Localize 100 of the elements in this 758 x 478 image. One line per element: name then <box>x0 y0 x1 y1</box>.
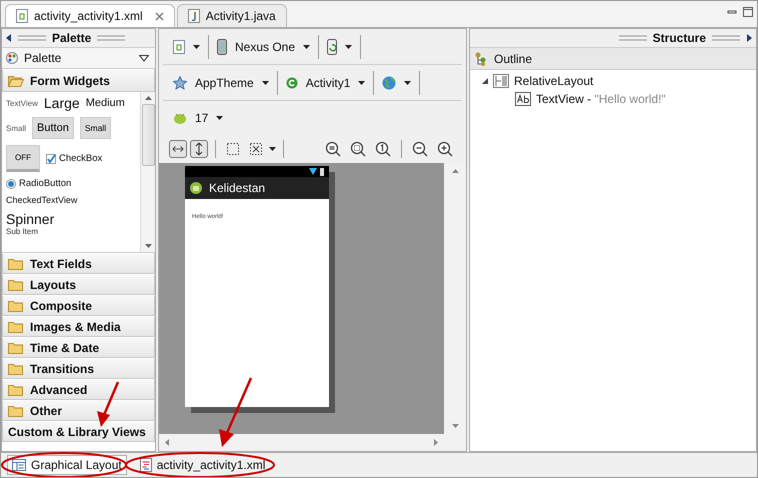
palette-category[interactable]: Time & Date <box>2 337 155 358</box>
folder-icon <box>8 384 24 396</box>
android-icon <box>173 111 187 125</box>
palette-icon <box>6 52 18 64</box>
scroll-up-icon[interactable] <box>452 169 458 173</box>
panel-title: Palette <box>52 31 92 45</box>
globe-icon <box>382 76 396 90</box>
android-icon <box>189 181 203 195</box>
layout-file-icon <box>16 9 28 23</box>
fit-width-button[interactable] <box>169 140 187 158</box>
scroll-right-icon[interactable] <box>434 439 438 446</box>
dashed-square-icon <box>226 142 240 156</box>
editor-mode-tab[interactable]: activity_activity1.xml <box>134 455 270 475</box>
java-file-icon <box>188 9 200 23</box>
palette-category[interactable]: Form Widgets <box>2 69 155 92</box>
text-view-icon <box>515 92 531 106</box>
textview-widget[interactable]: TextView <box>6 98 38 108</box>
checked-text-view-widget[interactable]: CheckedTextView <box>6 195 78 205</box>
dropdown-arrow-icon[interactable] <box>269 147 276 151</box>
collapse-right-icon[interactable] <box>746 34 752 42</box>
grip-icon <box>18 35 46 41</box>
collapse-left-icon[interactable] <box>6 34 12 42</box>
open-folder-icon <box>8 74 24 86</box>
scroll-left-icon[interactable] <box>165 439 169 446</box>
folder-icon <box>8 300 24 312</box>
caret-icon <box>262 80 269 84</box>
class-icon <box>286 76 298 88</box>
palette-category[interactable]: Text Fields <box>2 253 155 274</box>
fit-height-button[interactable] <box>190 140 208 158</box>
folder-icon <box>8 362 24 374</box>
palette-category[interactable]: Custom & Library Views <box>2 421 155 442</box>
palette-category[interactable]: Transitions <box>2 358 155 379</box>
expander-icon[interactable] <box>482 78 488 84</box>
zoom-out-icon <box>412 141 428 157</box>
star-icon <box>173 76 187 90</box>
dashed-square-cross-icon <box>249 142 263 156</box>
palette-dropdown[interactable]: Palette <box>2 48 155 69</box>
zoom-in-icon <box>437 141 453 157</box>
status-icons <box>309 168 325 176</box>
caret-icon <box>358 80 366 84</box>
folder-icon <box>8 342 24 354</box>
tree-item[interactable]: TextView - "Hello world!" <box>482 90 756 108</box>
spinner-widget[interactable]: Spinner Sub Item <box>6 211 136 236</box>
palette-category[interactable]: Layouts <box>2 274 155 295</box>
annotation-arrow <box>97 382 120 427</box>
layout-file-icon <box>173 40 185 54</box>
scroll-down-icon[interactable] <box>452 424 458 428</box>
folder-icon <box>8 258 24 270</box>
radio-button-widget[interactable]: RadioButton <box>6 178 72 189</box>
activity-dropdown[interactable]: Activity1 <box>282 72 370 94</box>
palette-category[interactable]: Other <box>2 400 155 421</box>
annotation-arrow <box>219 378 252 447</box>
api-level-dropdown[interactable]: 17 <box>169 107 228 129</box>
grip-icon <box>618 35 647 41</box>
device-dropdown[interactable]: Nexus One <box>213 34 314 58</box>
source-file-icon <box>140 458 152 472</box>
medium-text-widget[interactable]: Medium <box>86 97 125 109</box>
caret-icon <box>303 44 310 48</box>
editor-tab[interactable]: activity_activity1.xml <box>5 4 175 27</box>
editor-mode-tab[interactable]: Graphical Layout <box>7 455 127 475</box>
palette-category[interactable]: Composite <box>2 295 155 316</box>
grip-icon <box>97 35 126 41</box>
scrollbar[interactable] <box>140 92 155 252</box>
button-widget[interactable]: Button <box>32 117 74 139</box>
caret-icon <box>216 116 224 120</box>
scroll-down-icon[interactable] <box>144 244 152 248</box>
scroll-up-icon[interactable] <box>144 96 152 100</box>
horizontal-arrows-icon <box>172 144 184 154</box>
caret-icon <box>345 44 352 48</box>
large-text-widget[interactable]: Large <box>44 95 80 111</box>
editor-tab[interactable]: Activity1.java <box>176 4 287 27</box>
app-title: Kelidestan <box>209 181 266 195</box>
tree-item[interactable]: RelativeLayout <box>482 72 756 90</box>
palette-category[interactable]: Advanced <box>2 379 155 400</box>
dropdown-icon <box>139 54 149 62</box>
folder-icon <box>8 320 24 332</box>
maximize-icon[interactable] <box>743 7 753 17</box>
layout-grid-icon <box>12 459 26 471</box>
magnifier-icon <box>325 141 341 157</box>
magnifier-icon <box>375 141 391 157</box>
outline-icon <box>474 52 488 66</box>
outline-header: Outline <box>470 48 756 70</box>
checkbox-widget[interactable]: CheckBox <box>46 153 102 164</box>
theme-dropdown[interactable]: AppTheme <box>169 72 273 94</box>
close-icon[interactable] <box>154 12 164 20</box>
grip-icon <box>712 35 740 41</box>
layout-icon <box>493 74 509 88</box>
small-text-widget[interactable]: Small <box>6 124 26 132</box>
palette-category[interactable]: Images & Media <box>2 316 155 337</box>
phone-icon <box>217 38 227 54</box>
toggle-button-widget[interactable]: OFF <box>6 145 40 172</box>
folder-icon <box>8 404 24 416</box>
caret-icon <box>193 44 200 48</box>
folder-icon <box>8 278 24 290</box>
magnifier-icon <box>350 141 366 157</box>
caret-icon <box>404 80 412 84</box>
rotate-phone-icon <box>327 38 338 54</box>
panel-title: Structure <box>652 31 706 45</box>
small-button-widget[interactable]: Small <box>80 117 112 139</box>
vertical-arrows-icon <box>194 142 204 156</box>
